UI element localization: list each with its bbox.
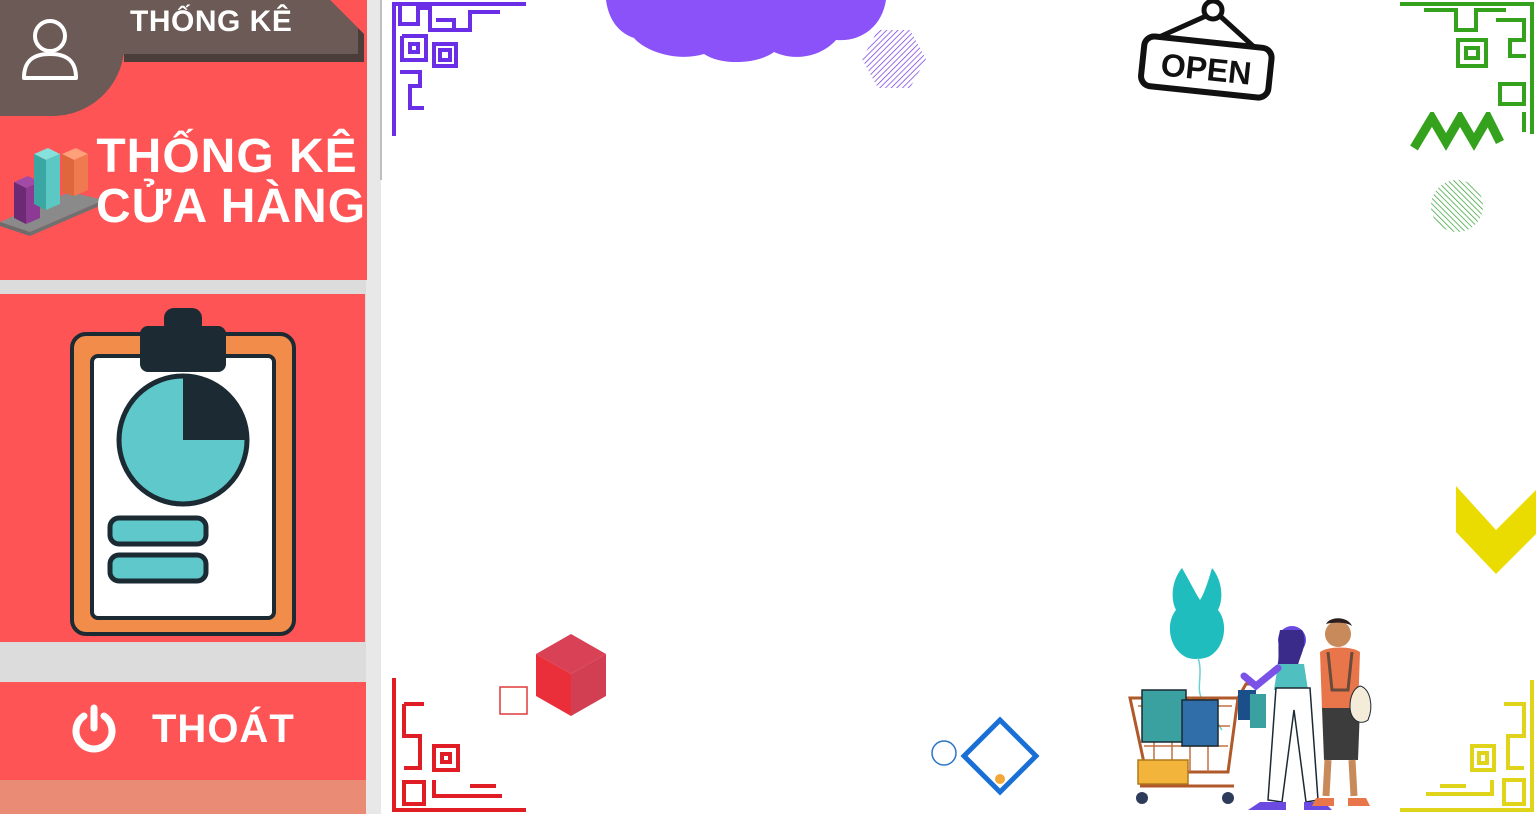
purple-cloud-decoration <box>606 0 886 63</box>
header-tab-label: THỐNG KÊ <box>130 5 293 38</box>
title-line-2: CỬA HÀNG <box>96 180 367 233</box>
blue-diamond-decoration <box>931 716 1040 796</box>
red-cube-decoration <box>536 634 606 716</box>
yellow-chevron-decoration <box>1456 486 1536 574</box>
sidebar-divider <box>366 0 381 814</box>
page-title: THỐNG KÊ CỬA HÀNG <box>96 130 367 233</box>
user-icon[interactable] <box>20 16 80 82</box>
hatched-hexagon-decoration <box>862 30 926 88</box>
power-icon[interactable] <box>70 704 118 754</box>
bar-chart-3d-icon <box>0 148 104 236</box>
clipboard-pie-report-icon[interactable] <box>70 308 296 636</box>
shoppers-illustration <box>1128 568 1372 810</box>
yellow-corner-frame <box>1400 680 1534 812</box>
open-sign-icon: OPEN <box>1138 0 1275 101</box>
small-square-decoration <box>499 686 528 715</box>
hatched-circle-decoration <box>1431 180 1483 232</box>
title-line-1: THỐNG KÊ <box>96 130 358 183</box>
exit-button-shadow <box>0 780 366 814</box>
sidebar-divider-shadow <box>380 0 382 180</box>
green-zigzag-decoration <box>1410 112 1504 151</box>
exit-label[interactable]: THOÁT <box>152 707 295 752</box>
purple-corner-frame <box>392 2 526 136</box>
